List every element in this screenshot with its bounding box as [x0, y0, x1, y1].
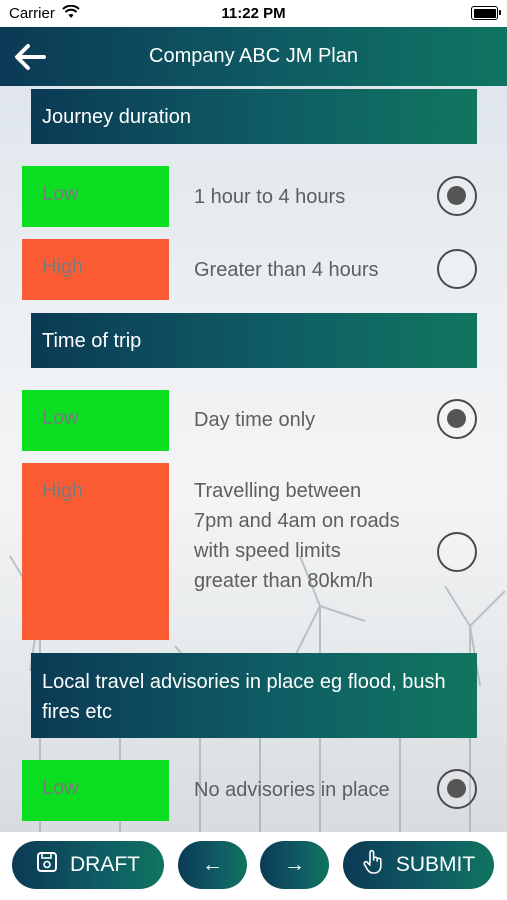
- arrow-left-icon: ←: [202, 853, 223, 876]
- hand-pointer-icon: [362, 849, 384, 881]
- risk-tag-low: Low: [22, 760, 169, 821]
- risk-tag-low: Low: [22, 166, 169, 227]
- radio-button-selected[interactable]: [437, 176, 477, 216]
- page-title: Company ABC JM Plan: [149, 45, 358, 67]
- app-header: Company ABC JM Plan: [0, 27, 507, 86]
- section-header-time-of-trip: Time of trip: [31, 313, 477, 368]
- option-label: Greater than 4 hours: [194, 259, 379, 281]
- previous-button[interactable]: ←: [178, 841, 247, 889]
- status-bar: Carrier 11:22 PM: [0, 0, 507, 27]
- risk-tag-low: Low: [22, 390, 169, 451]
- risk-tag-high: High: [22, 239, 169, 300]
- radio-button-selected[interactable]: [437, 769, 477, 809]
- radio-button-selected[interactable]: [437, 399, 477, 439]
- next-button[interactable]: →: [260, 841, 329, 889]
- clock: 11:22 PM: [221, 5, 286, 22]
- option-label: Day time only: [194, 409, 316, 431]
- section-header-travel-advisories: Local travel advisories in place eg floo…: [31, 653, 477, 738]
- submit-button[interactable]: SUBMIT: [343, 841, 494, 889]
- section-header-journey-duration: Journey duration: [31, 89, 477, 144]
- arrow-right-icon: →: [284, 853, 305, 876]
- draft-button[interactable]: DRAFT: [12, 841, 164, 889]
- radio-button[interactable]: [437, 532, 477, 572]
- footer-toolbar: DRAFT ← → SUBMIT: [0, 832, 507, 900]
- option-label: Travelling between 7pm and 4am on roads …: [194, 480, 400, 592]
- save-icon: [36, 851, 58, 879]
- question-list[interactable]: Journey duration Low 1 hour to 4 hours H…: [0, 86, 507, 832]
- radio-button[interactable]: [437, 249, 477, 289]
- battery-icon: [471, 6, 501, 20]
- risk-tag-high: High: [22, 463, 169, 640]
- option-label: 1 hour to 4 hours: [194, 186, 346, 208]
- draft-label: DRAFT: [70, 853, 140, 876]
- option-label: No advisories in place: [194, 779, 390, 801]
- submit-label: SUBMIT: [395, 853, 476, 876]
